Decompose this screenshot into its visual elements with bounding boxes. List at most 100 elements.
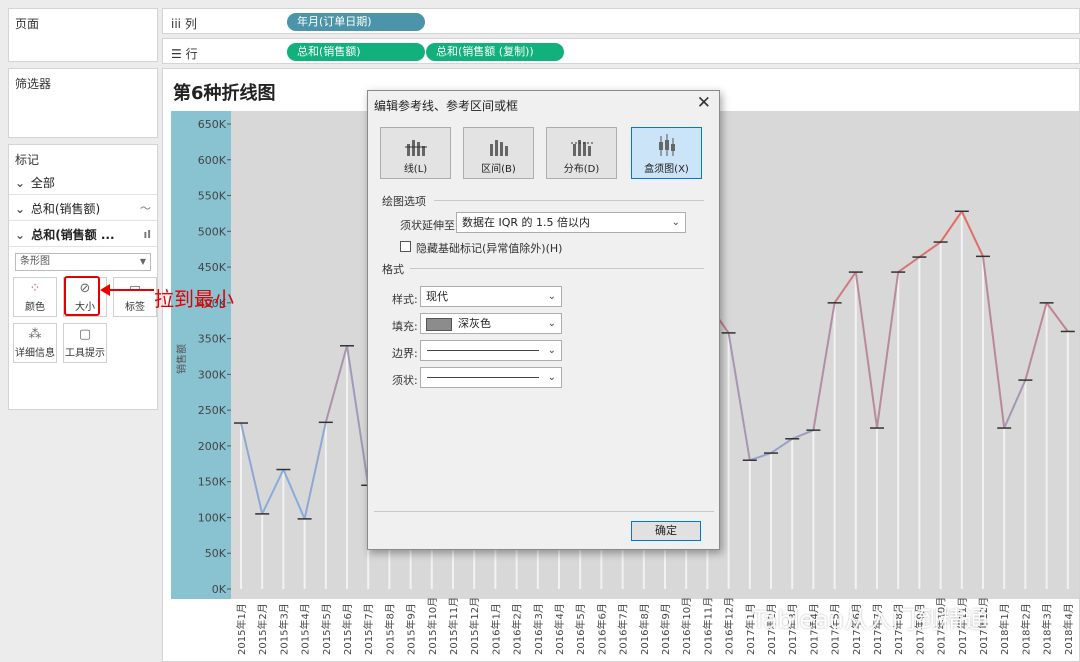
bar — [812, 430, 815, 589]
marks-row-sales-copy[interactable]: ⌄ 总和(销售额 ... ıl — [9, 223, 157, 247]
format-label: 格式 — [382, 263, 404, 276]
x-tick-label: 2015年9月 — [405, 603, 418, 655]
x-tick-label: 2018年3月 — [1041, 603, 1054, 655]
chevron-down-icon: ▼ — [139, 257, 146, 266]
marks-row-label: 全部 — [30, 176, 55, 190]
x-tick-label: 2018年1月 — [998, 603, 1011, 655]
pages-card: 页面 — [8, 8, 158, 62]
close-icon[interactable]: ✕ — [697, 93, 711, 113]
detail-dots-icon: ⁂ — [28, 327, 42, 342]
columns-shelf-label: iii 列 — [171, 15, 197, 32]
bar — [1003, 428, 1006, 589]
rows-pill-sales[interactable]: 总和(销售额) — [287, 43, 425, 61]
mark-type-select[interactable]: 条形图 ▼ — [15, 253, 151, 271]
bar — [240, 423, 242, 589]
marks-label: 标记 — [15, 153, 40, 167]
columns-label: 列 — [184, 17, 197, 31]
bar — [897, 272, 900, 589]
ok-button[interactable]: 确定 — [631, 521, 701, 541]
chevron-down-icon: ⌄ — [15, 202, 26, 216]
line-mark-icon: ～ — [140, 202, 151, 215]
tableau-window: 页面 筛选器 标记 ⌄ 全部 ⌄ 总和(销售额) ～ ⌄ 总和(销售额 ... … — [0, 0, 1080, 662]
y-tick-label: 450K — [198, 261, 227, 274]
color-dots-icon: ⁘ — [29, 281, 41, 296]
filters-label: 筛选器 — [15, 77, 52, 91]
color-button[interactable]: ⁘ 颜色 — [13, 277, 57, 317]
rows-shelf-label: ☰ 行 — [171, 45, 198, 62]
tooltip-label: 工具提示 — [65, 348, 105, 359]
y-tick-label: 350K — [198, 333, 227, 346]
annotation-text: 拉到最小 — [154, 287, 234, 311]
detail-button[interactable]: ⁂ 详细信息 — [13, 323, 57, 363]
x-tick-label: 2016年6月 — [595, 603, 608, 655]
style-select[interactable]: 现代 ⌄ — [420, 286, 562, 307]
marks-row-sales[interactable]: ⌄ 总和(销售额) ～ — [9, 197, 157, 221]
divider — [410, 268, 704, 269]
dialog-title: 编辑参考线、参考区间或框 — [374, 99, 519, 113]
x-tick-label: 2015年5月 — [320, 603, 333, 655]
reference-line-dialog: 编辑参考线、参考区间或框 ✕ 线(L) 区间(B) 分布(D) 盒须图(X) 绘… — [367, 90, 720, 550]
filters-card[interactable]: 筛选器 — [8, 68, 158, 138]
x-tick-label: 2018年4月 — [1062, 603, 1075, 655]
chevron-down-icon: ⌄ — [547, 372, 556, 383]
rows-icon: ☰ — [171, 47, 186, 61]
bar — [791, 438, 794, 589]
whisker-extend-select[interactable]: 数据在 IQR 的 1.5 倍以内 ⌄ — [456, 212, 686, 233]
bar — [303, 518, 306, 589]
y-tick-label: 600K — [198, 154, 227, 167]
tab-distribution-label: 分布(D) — [563, 164, 600, 175]
boxplot-icon — [658, 134, 675, 156]
line-icon — [404, 140, 427, 156]
chevron-down-icon: ⌄ — [15, 228, 26, 242]
y-tick-label: 250K — [198, 404, 227, 417]
whisker-style-select[interactable]: ⌄ — [420, 367, 562, 388]
tooltip-icon: ▢ — [78, 327, 92, 342]
columns-shelf[interactable]: iii 列 年月(订单日期) — [162, 8, 1080, 34]
fill-value: 深灰色 — [458, 317, 491, 330]
distribution-icon — [570, 140, 593, 156]
x-tick-label: 2015年2月 — [256, 603, 269, 655]
bar — [748, 460, 751, 589]
style-value: 现代 — [426, 290, 448, 303]
rows-pill-sales-copy[interactable]: 总和(销售额 (复制)) — [426, 43, 564, 61]
columns-icon: iii — [171, 17, 185, 31]
tab-band[interactable]: 区间(B) — [463, 127, 534, 179]
hide-marks-checkbox[interactable] — [400, 241, 411, 252]
tab-distribution[interactable]: 分布(D) — [546, 127, 617, 179]
x-tick-label: 2016年9月 — [659, 603, 672, 655]
x-tick-label: 2015年1月 — [235, 603, 248, 655]
x-tick-label: 2016年1月 — [489, 603, 502, 655]
y-tick-label: 150K — [198, 476, 227, 489]
tab-line[interactable]: 线(L) — [380, 127, 451, 179]
bar — [960, 211, 963, 589]
tooltip-button[interactable]: ▢ 工具提示 — [63, 323, 107, 363]
color-label: 颜色 — [25, 302, 45, 313]
marks-row-label: 总和(销售额) — [30, 202, 101, 216]
marks-row-all[interactable]: ⌄ 全部 — [9, 171, 157, 195]
rows-shelf[interactable]: ☰ 行 总和(销售额) 总和(销售额 (复制)) — [162, 38, 1080, 64]
bar — [261, 513, 264, 589]
pages-label: 页面 — [15, 17, 40, 31]
band-icon — [489, 140, 508, 156]
x-tick-label: 2016年4月 — [553, 603, 566, 655]
fill-swatch — [426, 317, 452, 331]
tab-boxplot[interactable]: 盒须图(X) — [631, 127, 702, 179]
fill-label: 填充: — [392, 320, 418, 333]
x-tick-label: 2015年7月 — [362, 603, 375, 655]
border-label: 边界: — [392, 347, 418, 360]
bar — [918, 257, 921, 589]
tab-band-label: 区间(B) — [481, 164, 516, 175]
y-tick-label: 300K — [198, 368, 227, 381]
y-tick-label: 100K — [198, 511, 227, 524]
divider — [434, 200, 704, 201]
fill-select[interactable]: 深灰色 ⌄ — [420, 313, 562, 334]
bar-mark-icon: ıl — [143, 228, 151, 241]
border-select[interactable]: ⌄ — [420, 340, 562, 361]
x-tick-label: 2016年12月 — [723, 597, 736, 655]
y-tick-label: 50K — [205, 547, 227, 560]
bar — [282, 469, 285, 589]
y-tick-label: 200K — [198, 440, 227, 453]
columns-pill[interactable]: 年月(订单日期) — [287, 13, 425, 31]
y-tick-label: 550K — [198, 190, 227, 203]
whisker-extend-label: 须状延伸至: — [400, 219, 459, 232]
